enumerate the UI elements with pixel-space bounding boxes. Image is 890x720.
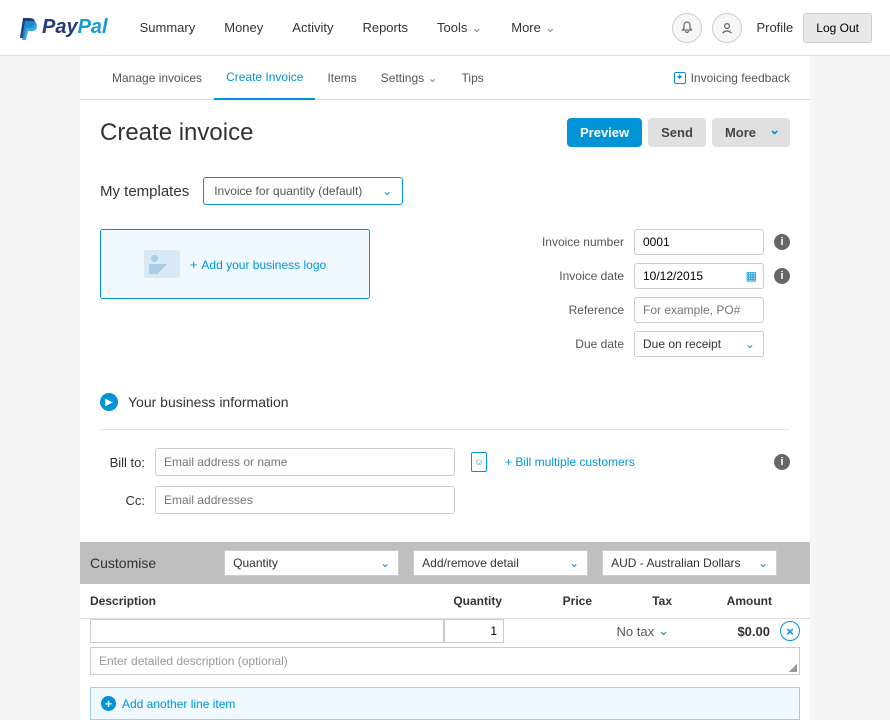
invoice-number-input[interactable] [643,235,755,249]
quantity-select[interactable]: Quantity [224,550,399,576]
logout-button[interactable]: Log Out [803,13,872,43]
subnav-settings[interactable]: Settings ⌄ [369,57,450,99]
business-info-toggle[interactable]: ▶ Your business information [100,393,790,411]
profile-icon[interactable] [712,13,742,43]
paypal-p-icon [18,16,40,40]
col-quantity: Quantity [432,594,502,608]
more-button[interactable]: More [712,118,790,147]
col-description: Description [90,594,432,608]
send-button[interactable]: Send [648,118,706,147]
info-icon[interactable]: i [774,234,790,250]
detail-select[interactable]: Add/remove detail [413,550,588,576]
template-select[interactable]: Invoice for quantity (default) [203,177,403,205]
cc-input[interactable] [164,493,446,507]
line-quantity-input[interactable] [444,619,504,643]
contact-card-icon[interactable]: ☺ [471,452,487,472]
subnav-tips[interactable]: Tips [450,57,496,99]
line-amount: $0.00 [669,624,774,639]
nav-reports[interactable]: Reports [350,12,420,44]
chevron-down-icon: ⌄ [545,20,556,36]
col-price: Price [502,594,592,608]
info-icon[interactable]: i [774,268,790,284]
line-detail-textarea[interactable]: Enter detailed description (optional) [90,647,800,675]
preview-button[interactable]: Preview [567,118,642,147]
line-description-input[interactable] [90,619,444,643]
customise-label: Customise [90,555,156,571]
plus-circle-icon: + [101,696,116,711]
nav-summary[interactable]: Summary [128,12,208,44]
resize-handle-icon[interactable] [789,664,797,672]
add-logo-box[interactable]: +Add your business logo [100,229,370,299]
cc-label: Cc: [100,493,145,508]
bill-multiple-link[interactable]: + Bill multiple customers [505,455,635,469]
image-placeholder-icon [144,250,180,278]
due-date-select[interactable]: Due on receipt [634,331,764,357]
billto-input[interactable] [164,455,446,469]
subnav-create-invoice[interactable]: Create Invoice [214,56,315,100]
plus-icon: + [190,257,198,272]
templates-label: My templates [100,183,189,200]
line-tax-select[interactable]: No tax [594,623,669,639]
bell-icon[interactable] [672,13,702,43]
calendar-icon[interactable]: ▦ [746,269,757,283]
billto-label: Bill to: [100,455,145,470]
nav-money[interactable]: Money [212,12,275,44]
invoice-date-input[interactable] [643,269,737,283]
info-icon[interactable]: i [774,454,790,470]
add-line-item-button[interactable]: + Add another line item [90,687,800,720]
paypal-logo[interactable]: PayPal [18,16,108,40]
currency-select[interactable]: AUD - Australian Dollars [602,550,777,576]
delete-line-icon[interactable]: × [780,621,800,641]
col-amount: Amount [672,594,772,608]
invoice-number-label: Invoice number [514,235,624,249]
profile-label[interactable]: Profile [756,20,793,35]
subnav-manage-invoices[interactable]: Manage invoices [100,57,214,99]
chevron-down-icon: ⌄ [427,71,437,85]
subnav-items[interactable]: Items [315,57,368,99]
nav-tools[interactable]: Tools⌄ [425,12,494,44]
nav-more[interactable]: More⌄ [499,12,568,44]
invoicing-feedback[interactable]: ✦Invoicing feedback [674,71,790,85]
chevron-down-icon: ⌄ [471,20,482,36]
line-item-row: No tax $0.00 × [80,619,810,643]
invoice-date-label: Invoice date [514,269,624,283]
feedback-icon: ✦ [674,72,686,84]
col-tax: Tax [592,594,672,608]
reference-label: Reference [514,303,624,317]
nav-activity[interactable]: Activity [280,12,345,44]
reference-input[interactable] [643,303,755,317]
chevron-right-icon: ▶ [100,393,118,411]
due-date-label: Due date [514,337,624,351]
page-title: Create invoice [100,119,567,147]
brand-text: PayPal [42,16,108,39]
